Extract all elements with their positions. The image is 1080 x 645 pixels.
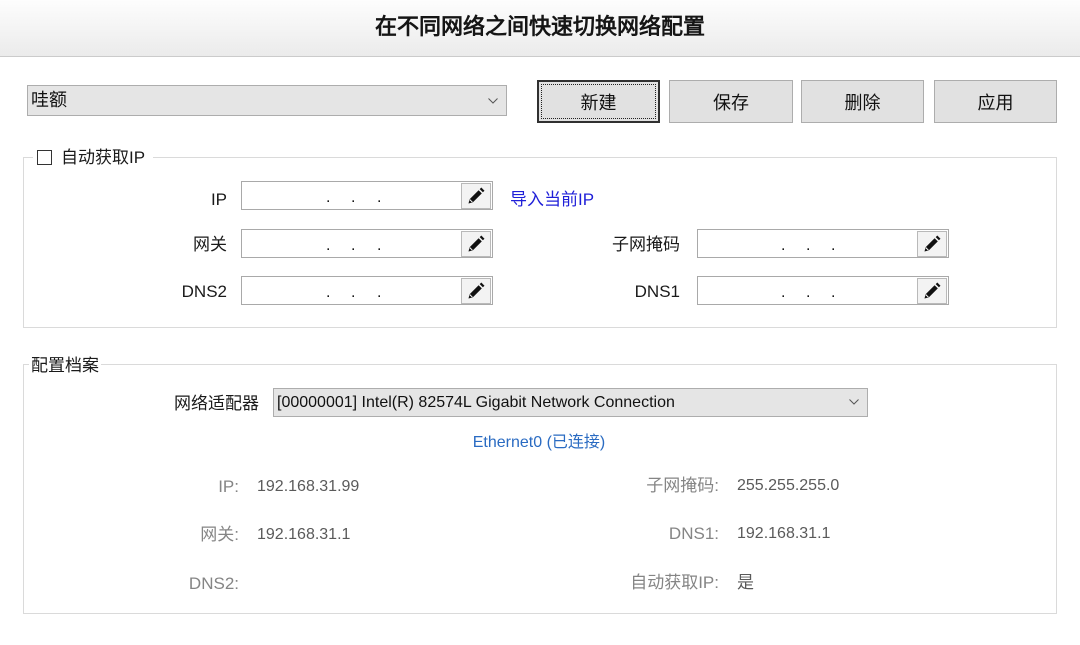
chevron-down-icon <box>849 399 859 405</box>
info-dns1-value: 192.168.31.1 <box>737 525 831 542</box>
ip-separator: . <box>831 237 836 254</box>
ip-separator: . <box>351 284 356 301</box>
pencil-icon <box>924 282 941 299</box>
edit-dns1-button[interactable] <box>917 278 947 304</box>
chevron-down-icon <box>488 98 498 104</box>
gateway-input[interactable]: . . . <box>241 229 493 258</box>
ip-separator: . <box>326 284 331 301</box>
auto-ip-checkbox[interactable]: 自动获取IP <box>33 147 153 169</box>
info-gateway-label: 网关: <box>200 525 239 544</box>
new-button[interactable]: 新建 <box>537 80 660 123</box>
info-subnet-label: 子网掩码: <box>646 476 719 495</box>
ip-separator: . <box>781 284 786 301</box>
import-current-ip-link[interactable]: 导入当前IP <box>510 189 594 211</box>
apply-button[interactable]: 应用 <box>934 80 1057 123</box>
ip-separator: . <box>351 189 356 206</box>
ip-separator: . <box>806 284 811 301</box>
subnet-input[interactable]: . . . <box>697 229 949 258</box>
profile-select[interactable]: 哇额 <box>27 85 507 116</box>
dns1-label: DNS1 <box>634 282 680 301</box>
window-title: 在不同网络之间快速切换网络配置 <box>374 15 705 40</box>
profile-group-legend: 配置档案 <box>29 355 101 377</box>
auto-ip-checkbox-box[interactable] <box>37 150 52 165</box>
gateway-label: 网关 <box>193 235 227 254</box>
adapter-label: 网络适配器 <box>174 394 259 413</box>
pencil-icon <box>468 187 485 204</box>
edit-ip-button[interactable] <box>461 183 491 209</box>
ip-separator: . <box>326 189 331 206</box>
app-window: 在不同网络之间快速切换网络配置 哇额 新建 保存 删除 应用 自动获取IP IP… <box>0 0 1080 645</box>
info-gateway-value: 192.168.31.1 <box>257 526 351 543</box>
ip-separator: . <box>831 284 836 301</box>
info-auto-ip-value: 是 <box>737 573 754 592</box>
edit-gateway-button[interactable] <box>461 231 491 257</box>
info-dns1-label: DNS1: <box>668 524 719 543</box>
ip-input[interactable]: . . . <box>241 181 493 210</box>
subnet-label: 子网掩码 <box>612 235 680 254</box>
info-ip-label: IP: <box>218 477 239 496</box>
dns1-input[interactable]: . . . <box>697 276 949 305</box>
pencil-icon <box>468 235 485 252</box>
info-auto-ip-label: 自动获取IP: <box>630 573 719 592</box>
edit-dns2-button[interactable] <box>461 278 491 304</box>
dns2-label: DNS2 <box>181 282 227 301</box>
adapter-select[interactable]: [00000001] Intel(R) 82574L Gigabit Netwo… <box>273 388 868 417</box>
ip-separator: . <box>377 237 382 254</box>
info-ip-value: 192.168.31.99 <box>257 478 360 495</box>
title-bar: 在不同网络之间快速切换网络配置 <box>0 0 1080 57</box>
profile-select-value: 哇额 <box>31 90 67 110</box>
adapter-status: Ethernet0 (已连接) <box>472 434 606 451</box>
pencil-icon <box>468 282 485 299</box>
save-button[interactable]: 保存 <box>669 80 793 123</box>
ip-separator: . <box>326 237 331 254</box>
ip-separator: . <box>351 237 356 254</box>
auto-ip-label: 自动获取IP <box>61 148 146 167</box>
ip-separator: . <box>781 237 786 254</box>
ip-label: IP <box>210 190 227 209</box>
info-dns2-label: DNS2: <box>188 574 239 593</box>
info-subnet-value: 255.255.255.0 <box>737 477 840 494</box>
delete-button[interactable]: 删除 <box>801 80 924 123</box>
ip-separator: . <box>377 189 382 206</box>
adapter-select-value: [00000001] Intel(R) 82574L Gigabit Netwo… <box>277 394 675 411</box>
ip-separator: . <box>377 284 382 301</box>
dns2-input[interactable]: . . . <box>241 276 493 305</box>
pencil-icon <box>924 235 941 252</box>
edit-subnet-button[interactable] <box>917 231 947 257</box>
ip-separator: . <box>806 237 811 254</box>
